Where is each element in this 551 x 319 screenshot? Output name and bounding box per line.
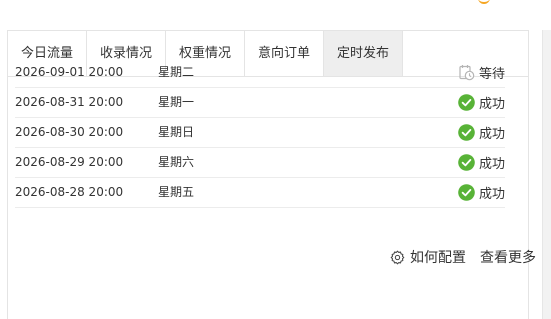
schedule-datetime: 2026-08-29 20:00	[15, 155, 124, 169]
how-to-configure-link[interactable]: 如何配置	[390, 247, 466, 267]
status-badge: 成功	[458, 118, 505, 147]
schedule-datetime: 2026-09-01 20:00	[15, 65, 124, 79]
decorative-accent	[478, 0, 490, 4]
how-to-configure-label: 如何配置	[410, 250, 466, 266]
page: 今日流量 收录情况 权重情况 意向订单 定时发布 2026-09-01 20:0…	[0, 0, 551, 319]
list-item: 2026-09-01 20:00 星期二 等待	[15, 58, 505, 88]
status-text: 等待	[478, 67, 505, 82]
schedule-weekday: 星期二	[158, 65, 195, 79]
gear-icon	[390, 250, 405, 264]
success-check-icon	[458, 94, 475, 111]
list-item: 2026-08-31 20:00 星期一 成功	[15, 88, 505, 118]
schedule-list: 2026-09-01 20:00 星期二 等待 2026-08-31 20:00…	[15, 58, 505, 208]
schedule-datetime: 2026-08-28 20:00	[15, 185, 124, 199]
status-text: 成功	[478, 157, 505, 172]
schedule-weekday: 星期五	[158, 185, 195, 199]
status-text: 成功	[478, 127, 505, 142]
view-more-label: 查看更多	[480, 250, 536, 266]
status-text: 成功	[478, 187, 505, 202]
success-check-icon	[458, 124, 475, 141]
schedule-weekday: 星期日	[158, 125, 195, 139]
right-panel-edge	[542, 30, 551, 319]
schedule-datetime: 2026-08-30 20:00	[15, 125, 124, 139]
success-check-icon	[458, 184, 475, 201]
view-more-link[interactable]: 查看更多	[480, 247, 536, 267]
list-item: 2026-08-29 20:00 星期六 成功	[15, 148, 505, 178]
pending-clock-icon	[459, 65, 475, 81]
success-check-icon	[458, 154, 475, 171]
schedule-weekday: 星期六	[158, 155, 195, 169]
schedule-weekday: 星期一	[158, 95, 195, 109]
list-item: 2026-08-28 20:00 星期五 成功	[15, 178, 505, 208]
status-badge: 成功	[458, 148, 505, 177]
list-item: 2026-08-30 20:00 星期日 成功	[15, 118, 505, 148]
status-badge: 成功	[458, 178, 505, 207]
card-footer: 如何配置 查看更多	[390, 247, 536, 267]
status-text: 成功	[478, 97, 505, 112]
status-badge: 等待	[458, 58, 505, 87]
status-badge: 成功	[458, 88, 505, 117]
schedule-datetime: 2026-08-31 20:00	[15, 95, 124, 109]
